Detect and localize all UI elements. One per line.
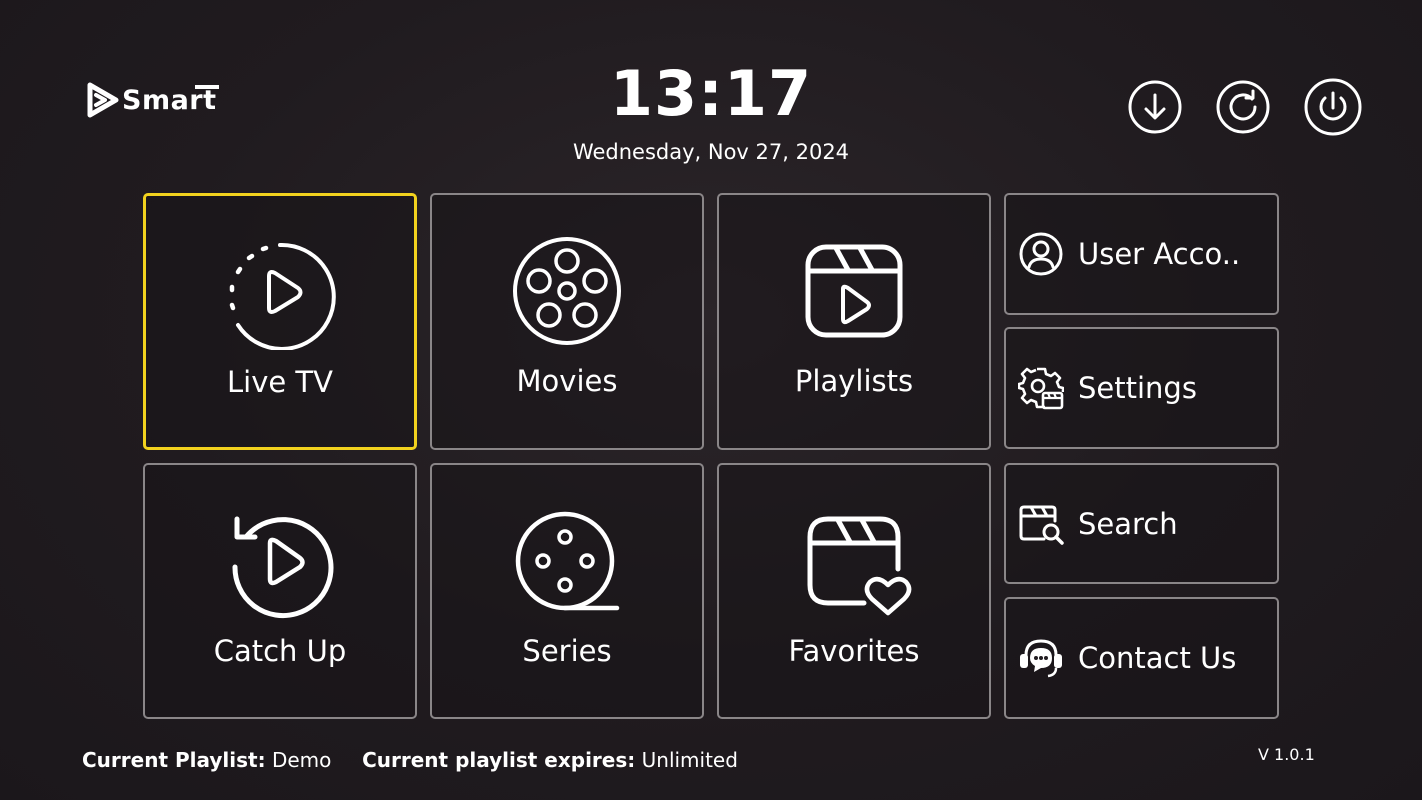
tile-search[interactable]: Search <box>1004 463 1279 584</box>
tile-label: Catch Up <box>213 634 347 668</box>
current-playlist-label: Current Playlist: <box>82 748 266 772</box>
tile-movies[interactable]: Movies <box>430 193 704 450</box>
playlist-expires-value: Unlimited <box>641 748 738 772</box>
tile-label: Live TV <box>227 365 333 399</box>
clapperboard-play-icon <box>805 244 903 338</box>
app-version: V 1.0.1 <box>1258 745 1315 764</box>
power-button[interactable] <box>1304 78 1362 136</box>
film-roll-icon <box>515 511 620 611</box>
tile-label: Playlists <box>794 364 914 398</box>
search-icon <box>1019 505 1064 545</box>
tile-label: Contact Us <box>1078 641 1237 675</box>
film-reel-icon <box>513 237 621 345</box>
clapperboard-heart-icon <box>807 516 912 616</box>
user-icon <box>1019 232 1063 276</box>
tile-playlists[interactable]: Playlists <box>717 193 991 450</box>
tile-label: Series <box>522 634 612 668</box>
tile-label: User Acco.. <box>1078 237 1241 271</box>
tile-catch-up[interactable]: Catch Up <box>143 463 417 719</box>
playlist-expires-label: Current playlist expires: <box>362 748 636 772</box>
playlist-info: Current Playlist: Demo Current playlist … <box>82 746 738 774</box>
tile-contact-us[interactable]: Contact Us <box>1004 597 1279 719</box>
tile-label: Search <box>1078 506 1178 541</box>
refresh-icon <box>1216 80 1270 134</box>
download-icon <box>1128 80 1182 134</box>
tile-favorites[interactable]: Favorites <box>717 463 991 719</box>
tile-label: Settings <box>1078 371 1197 405</box>
live-play-icon <box>229 242 336 350</box>
tile-label: Favorites <box>788 634 920 668</box>
download-button[interactable] <box>1128 80 1182 134</box>
tile-settings[interactable]: Settings <box>1004 327 1279 449</box>
tile-label: Movies <box>516 364 618 398</box>
current-playlist-value: Demo <box>271 748 332 772</box>
replay-icon <box>232 516 334 619</box>
gear-icon <box>1018 367 1064 410</box>
clock-date: Wednesday, Nov 27, 2024 <box>572 140 850 164</box>
refresh-button[interactable] <box>1216 80 1270 134</box>
power-icon <box>1304 78 1362 136</box>
tile-user-account[interactable]: User Acco.. <box>1004 193 1279 315</box>
tile-live-tv[interactable]: Live TV <box>143 193 417 450</box>
headset-icon <box>1020 639 1062 678</box>
tile-series[interactable]: Series <box>430 463 704 719</box>
clock-time: 13:17 <box>609 57 813 130</box>
